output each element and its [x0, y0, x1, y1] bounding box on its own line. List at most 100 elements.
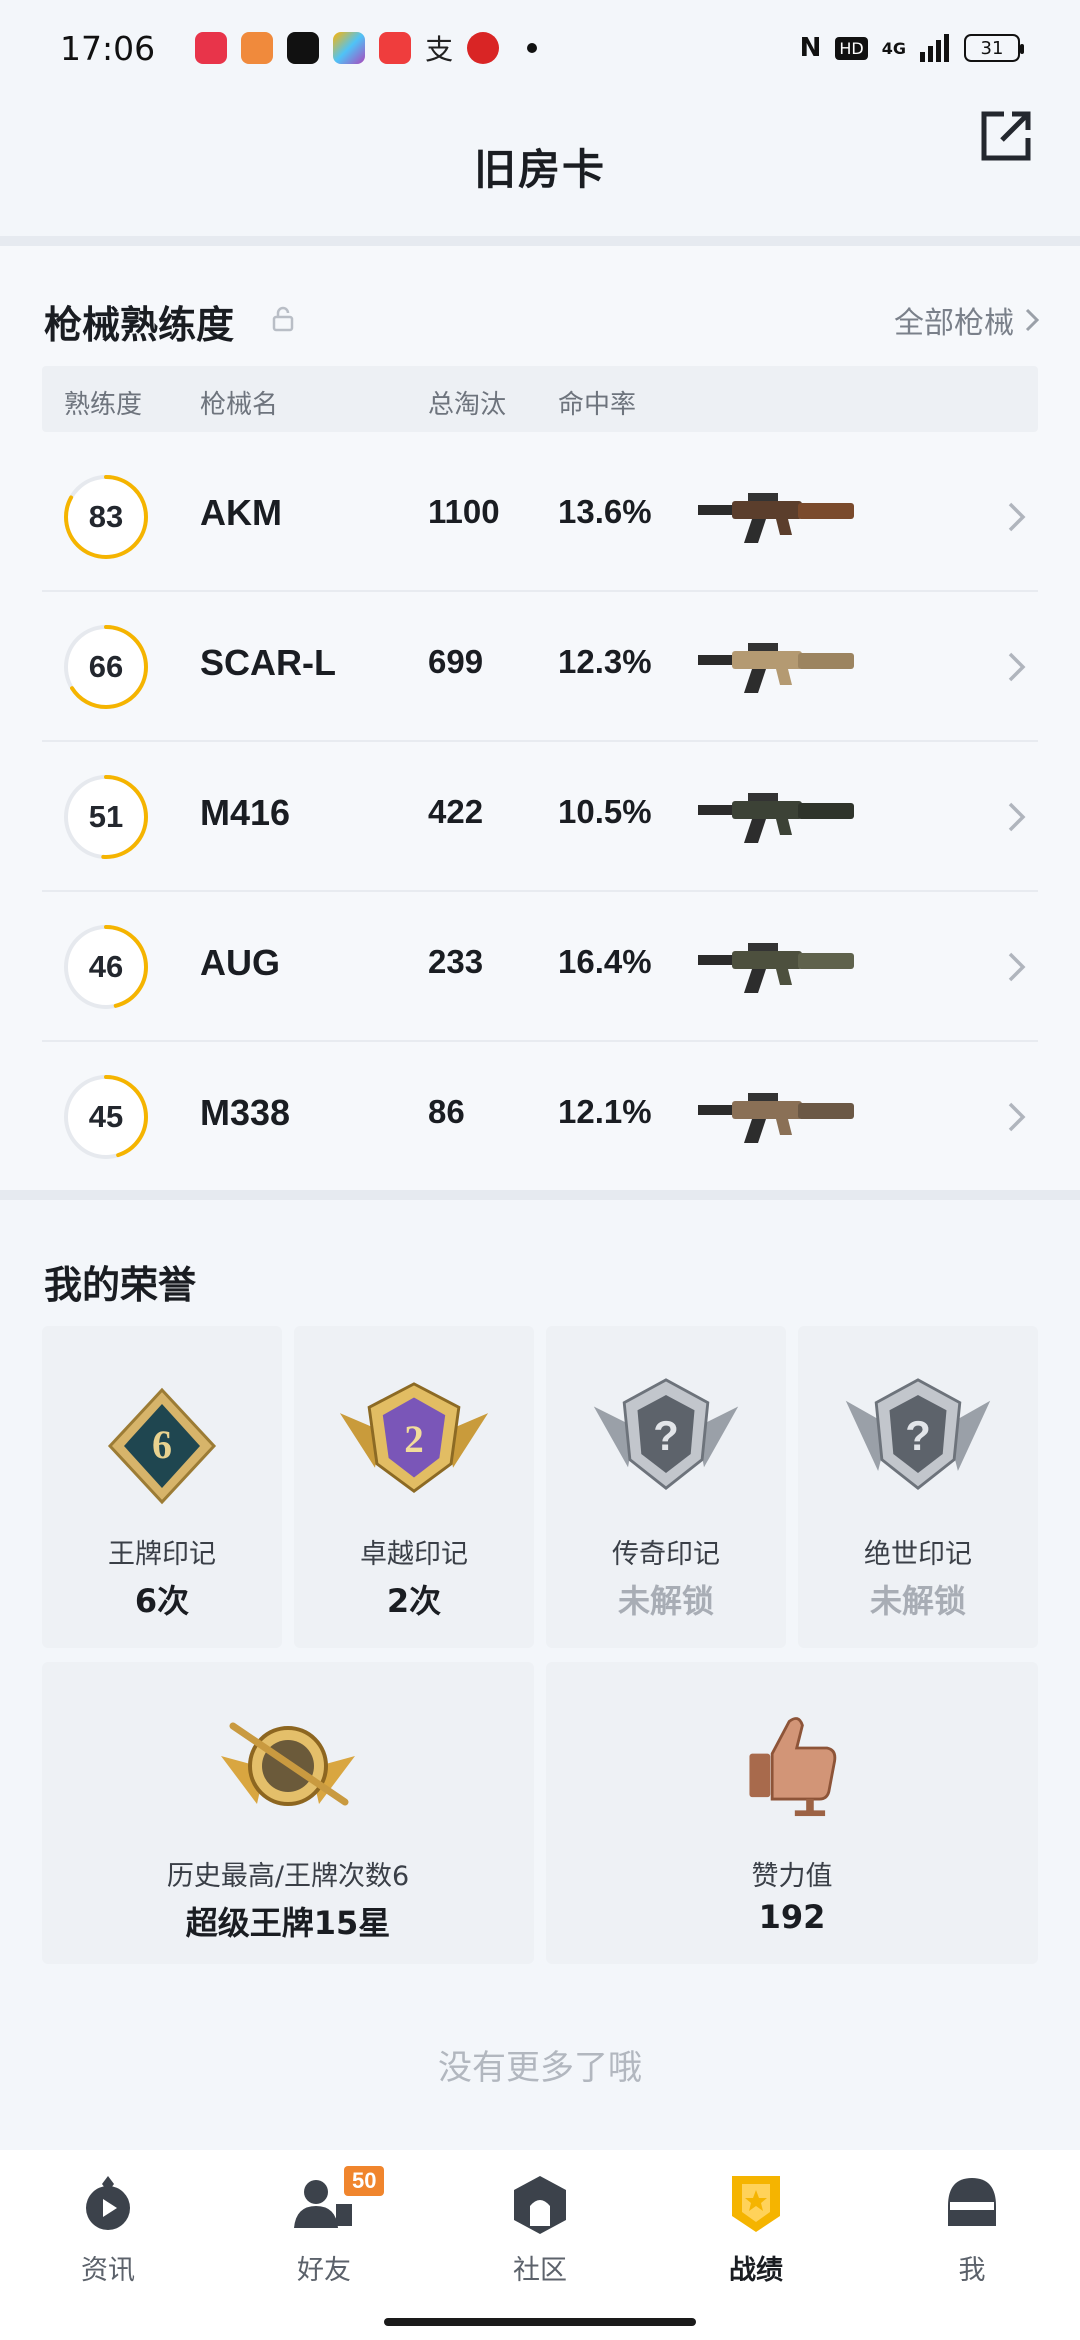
- all-weapons-label: 全部枪械: [894, 306, 1014, 341]
- weapon-accuracy: 10.5%: [558, 793, 652, 830]
- aug-rifle-icon: [698, 943, 854, 993]
- legend-badge-mark: ?: [653, 1412, 679, 1459]
- elite-badge-icon: 2: [339, 1382, 489, 1493]
- status-time: 17:06: [60, 28, 156, 68]
- video-app-icon: [379, 32, 412, 64]
- weapon-kills: 699: [428, 643, 484, 680]
- nav-item-me[interactable]: 我: [864, 2150, 1080, 2340]
- nav-label: 好友: [297, 2255, 351, 2286]
- weapon-accuracy: 12.1%: [558, 1093, 652, 1130]
- elite-badge-number: 2: [404, 1418, 424, 1461]
- weapon-accuracy: 16.4%: [558, 943, 652, 980]
- legend-badge-locked-icon: ?: [593, 1378, 739, 1490]
- akm-rifle-icon: [698, 493, 854, 543]
- record-icon: [732, 2176, 780, 2232]
- battery-icon: 31: [964, 34, 1024, 62]
- weapon-row[interactable]: 66 SCAR-L 699 12.3%: [42, 592, 1038, 742]
- all-weapons-link[interactable]: 全部枪械: [894, 298, 1040, 342]
- divider: [0, 1190, 1080, 1200]
- nav-item-news[interactable]: 资讯: [0, 2150, 216, 2340]
- nfc-icon: N: [799, 33, 822, 63]
- honor-value: 超级王牌15星: [185, 1904, 391, 1942]
- scar-rifle-icon: [698, 643, 854, 693]
- weapon-kills: 422: [428, 793, 484, 830]
- bottom-nav: 资讯 50 好友 社区 战绩 我: [0, 2150, 1080, 2340]
- lock-icon: [272, 306, 294, 332]
- battery-level: 31: [980, 37, 1004, 59]
- honor-value: 2次: [386, 1582, 442, 1620]
- notification-icons: 支: [195, 28, 538, 68]
- honor-card-ace[interactable]: 6 王牌印记 6次: [42, 1326, 282, 1648]
- thumbs-up-trophy-icon: [749, 1717, 837, 1817]
- honor-label: 传奇印记: [612, 1539, 720, 1570]
- more-dot-icon: [527, 43, 538, 53]
- tiktok-app-icon: [287, 32, 320, 64]
- network-label: 4G: [881, 38, 906, 58]
- honor-value: 192: [758, 1898, 826, 1936]
- weapon-name: AUG: [200, 942, 280, 983]
- honor-label: 赞力值: [751, 1861, 833, 1892]
- ace-badge-number: 6: [152, 1422, 172, 1467]
- photos-app-icon: [333, 32, 366, 64]
- section-title-weapons: 枪械熟练度: [44, 303, 235, 347]
- weapon-row[interactable]: 45 M338 86 12.1%: [42, 1042, 1038, 1192]
- honor-card-peerless[interactable]: ? 绝世印记 未解锁: [798, 1326, 1038, 1648]
- community-icon: [514, 2176, 566, 2234]
- peerless-badge-locked-icon: ?: [845, 1378, 991, 1490]
- honor-card-likes[interactable]: 赞力值 192: [546, 1662, 1038, 1964]
- chevron-right-icon: [1008, 652, 1026, 682]
- honor-value: 未解锁: [869, 1582, 966, 1620]
- weapon-name: AKM: [200, 492, 282, 533]
- header: 旧房卡: [0, 96, 1080, 236]
- proficiency-value: 83: [88, 499, 124, 534]
- proficiency-value: 45: [88, 1099, 124, 1134]
- weapon-kills: 233: [428, 943, 484, 980]
- chevron-right-icon: [1025, 308, 1040, 332]
- alipay-app-icon: 支: [425, 33, 454, 66]
- honor-label: 历史最高/王牌次数6: [166, 1861, 410, 1892]
- weapon-name: SCAR-L: [200, 642, 336, 683]
- weapon-row[interactable]: 83 AKM 1100 13.6%: [42, 442, 1038, 592]
- weapon-name: M338: [200, 1092, 291, 1133]
- honor-label: 卓越印记: [360, 1539, 468, 1570]
- page-title: 旧房卡: [473, 144, 606, 194]
- end-of-list-text: 没有更多了哦: [438, 2048, 642, 2088]
- signal-icon: [920, 34, 949, 62]
- honor-label: 王牌印记: [108, 1539, 216, 1570]
- proficiency-value: 51: [88, 799, 124, 834]
- nav-label: 我: [958, 2255, 986, 2286]
- col-proficiency: 熟练度: [64, 390, 143, 420]
- home-indicator: [384, 2318, 696, 2326]
- status-right: N HD 4G 31: [799, 33, 1024, 63]
- nav-label: 战绩: [729, 2255, 783, 2286]
- weapon-row[interactable]: 46 AUG 233 16.4%: [42, 892, 1038, 1042]
- music-app-icon: [195, 32, 228, 64]
- honor-card-legend[interactable]: ? 传奇印记 未解锁: [546, 1326, 786, 1648]
- nav-item-friends[interactable]: 50 好友: [216, 2150, 432, 2340]
- chevron-right-icon: [1008, 802, 1026, 832]
- share-icon[interactable]: [976, 106, 1036, 166]
- weapon-kills: 86: [428, 1093, 465, 1130]
- hd-icon: HD: [835, 36, 868, 60]
- weapon-table-header: 熟练度 枪械名 总淘汰 命中率: [42, 366, 1038, 432]
- m338-gun-icon: [698, 1093, 854, 1143]
- game-app-icon: [241, 32, 274, 64]
- red-app-icon: [467, 32, 500, 64]
- ace-badge-icon: 6: [107, 1387, 217, 1505]
- section-title-honors: 我的荣誉: [44, 1263, 197, 1307]
- peerless-badge-mark: ?: [905, 1412, 931, 1459]
- honor-card-elite[interactable]: 2 卓越印记 2次: [294, 1326, 534, 1648]
- friends-count-badge: 50: [344, 2166, 385, 2196]
- col-accuracy: 命中率: [558, 390, 637, 420]
- weapon-row[interactable]: 51 M416 422 10.5%: [42, 742, 1038, 892]
- col-kills: 总淘汰: [428, 390, 507, 420]
- honor-value: 6次: [134, 1582, 190, 1620]
- proficiency-value: 46: [88, 949, 124, 984]
- nav-item-community[interactable]: 社区: [432, 2150, 648, 2340]
- honor-card-highest-rank[interactable]: 历史最高/王牌次数6 超级王牌15星: [42, 1662, 534, 1964]
- nav-item-record[interactable]: 战绩: [648, 2150, 864, 2340]
- honor-label: 绝世印记: [864, 1539, 972, 1570]
- proficiency-value: 66: [88, 649, 124, 684]
- col-weapon-name: 枪械名: [200, 390, 279, 420]
- divider: [0, 236, 1080, 246]
